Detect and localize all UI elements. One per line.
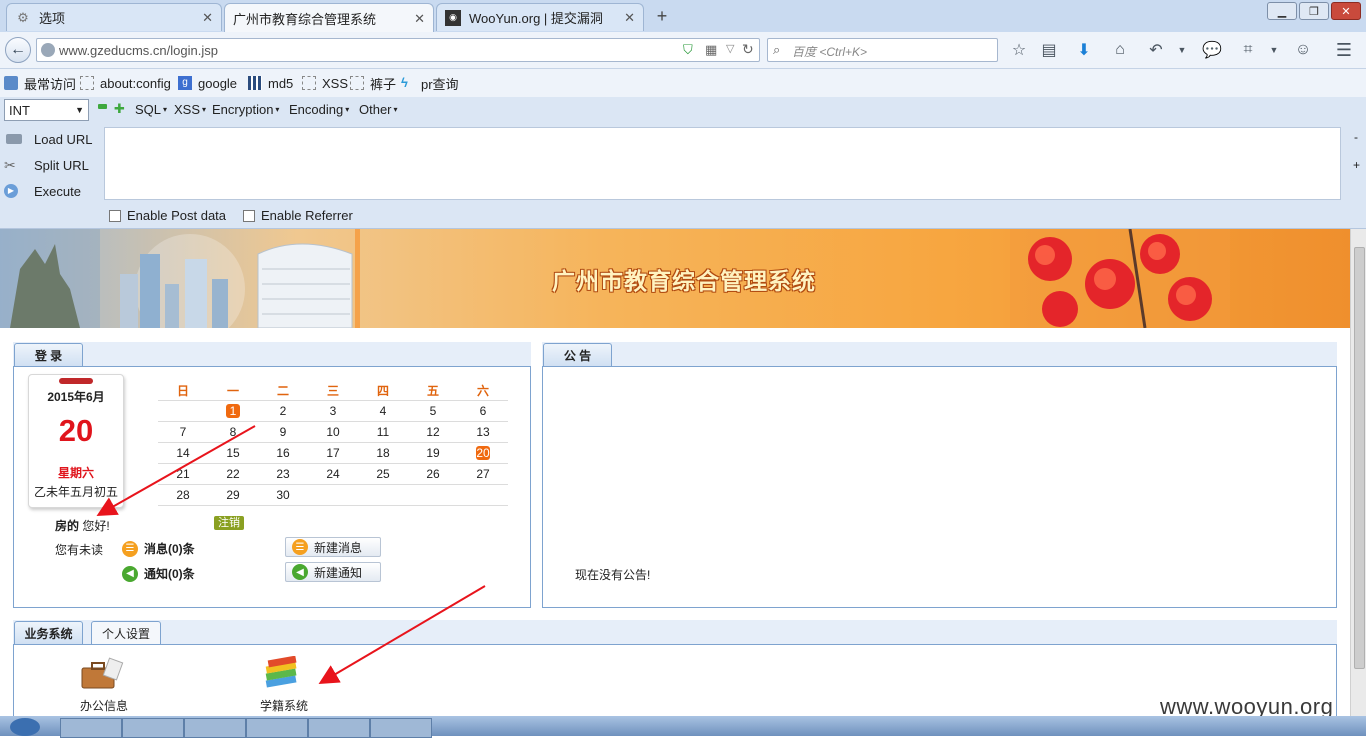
taskbar-item[interactable] <box>308 718 370 738</box>
annotation-arrows <box>96 425 486 685</box>
taskbar <box>0 716 1366 738</box>
start-button[interactable] <box>10 718 40 736</box>
taskbar-item[interactable] <box>370 718 432 738</box>
taskbar-item[interactable] <box>122 718 184 738</box>
taskbar-item[interactable] <box>60 718 122 738</box>
arrow-to-user <box>96 425 256 516</box>
taskbar-item[interactable] <box>184 718 246 738</box>
arrow-to-student-system <box>318 585 486 685</box>
taskbar-item[interactable] <box>246 718 308 738</box>
